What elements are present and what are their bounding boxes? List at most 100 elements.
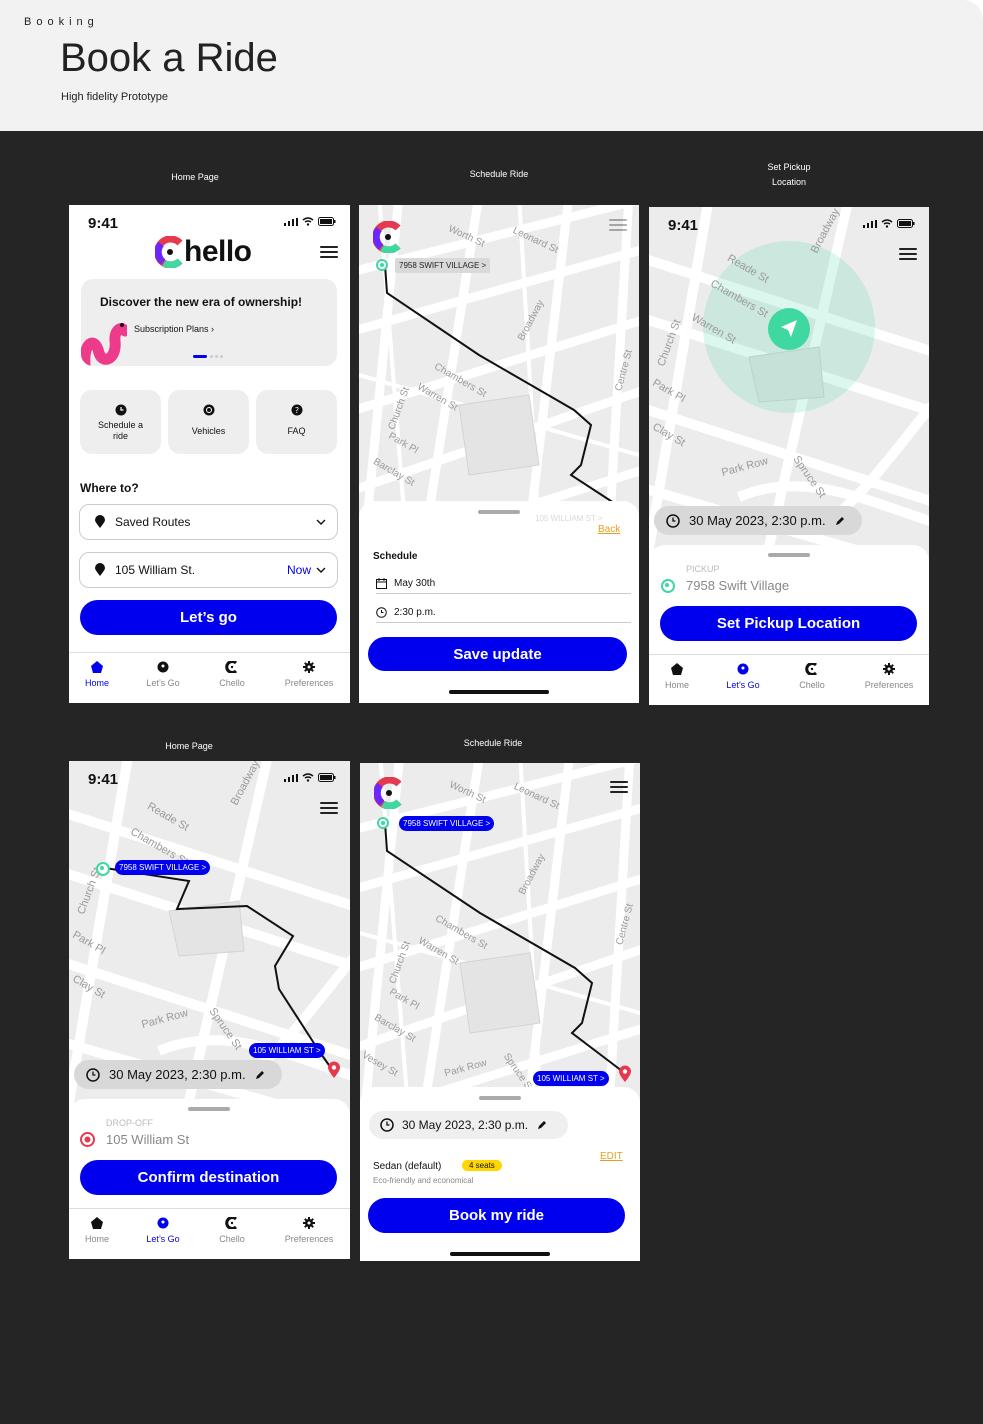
- subscription-banner[interactable]: Discover the new era of ownership! Subsc…: [81, 279, 337, 366]
- clock-icon: [115, 404, 126, 416]
- nav-preferences[interactable]: Preferences: [279, 1217, 339, 1244]
- nav-home[interactable]: Home: [649, 663, 707, 690]
- nav-home[interactable]: Home: [69, 661, 127, 688]
- ghost-chip: 105 WILLIAM ST >: [535, 514, 603, 523]
- page-title: Book a Ride: [60, 36, 278, 80]
- pickup-marker: [96, 862, 110, 876]
- wifi-icon: [881, 219, 893, 228]
- destination-chip[interactable]: 105 WILLIAM ST >: [249, 1043, 325, 1058]
- pickup-chip[interactable]: 7958 SWIFT VILLAGE >: [395, 258, 491, 273]
- nav-home[interactable]: Home: [69, 1217, 127, 1244]
- time-value: 2:30 p.m.: [394, 606, 436, 618]
- sheet-grabber[interactable]: [478, 510, 520, 514]
- nav-chello[interactable]: Chello: [782, 663, 842, 690]
- location-pin-icon: [95, 515, 105, 528]
- battery-icon: [318, 773, 336, 782]
- destination-chip[interactable]: 105 WILLIAM ST >: [533, 1071, 609, 1086]
- dropoff-label: DROP-OFF: [106, 1118, 153, 1128]
- sheet-grabber[interactable]: [768, 553, 810, 557]
- faq-card[interactable]: ? FAQ: [256, 390, 337, 454]
- pin-circle-icon: [157, 1217, 169, 1229]
- schedule-ride-card[interactable]: Schedule a ride: [80, 390, 161, 454]
- datetime-pill[interactable]: 30 May 2023, 2:30 p.m.: [74, 1060, 282, 1089]
- menu-icon[interactable]: [320, 802, 338, 814]
- gear-icon: [303, 1217, 315, 1229]
- signal-icon: [863, 220, 877, 228]
- lets-go-button[interactable]: Let’s go: [80, 600, 337, 635]
- back-link[interactable]: Back: [598, 524, 620, 535]
- edit-pencil-icon: [835, 516, 844, 525]
- pin-circle-icon: [157, 661, 169, 673]
- nav-preferences[interactable]: Preferences: [279, 661, 339, 688]
- sheet-grabber[interactable]: [479, 1096, 521, 1100]
- chello-logo-icon: [155, 236, 183, 268]
- edit-link[interactable]: EDIT: [600, 1151, 623, 1162]
- clock-icon: [666, 513, 680, 528]
- status-time: 9:41: [88, 215, 119, 232]
- saved-routes-select[interactable]: Saved Routes: [79, 504, 338, 540]
- nav-lets-go[interactable]: Let’s Go: [133, 1217, 193, 1244]
- question-icon: ?: [291, 404, 302, 416]
- seats-badge: 4 seats: [462, 1160, 502, 1171]
- signal-icon: [284, 774, 298, 782]
- time-field[interactable]: 2:30 p.m.: [376, 602, 631, 623]
- bottom-nav: Home Let’s Go Chello Preferences: [649, 654, 929, 705]
- nav-chello[interactable]: Chello: [202, 1217, 262, 1244]
- menu-icon[interactable]: [899, 248, 917, 260]
- current-location-button[interactable]: [767, 307, 811, 351]
- mascot-illustration: [81, 323, 127, 366]
- sheet-grabber[interactable]: [188, 1107, 230, 1111]
- page-header: Booking Book a Ride High fidelity Protot…: [0, 0, 983, 131]
- where-to-label: Where to?: [80, 481, 139, 495]
- nav-lets-go[interactable]: Let’s Go: [133, 661, 193, 688]
- menu-icon[interactable]: [320, 246, 338, 258]
- banner-link[interactable]: Subscription Plans ›: [134, 324, 214, 334]
- chello-logo-icon: [373, 221, 401, 253]
- frame-home: 9:41 hello Discover the new era of owner…: [69, 205, 350, 703]
- banner-title: Discover the new era of ownership!: [100, 295, 303, 309]
- edit-pencil-icon: [255, 1070, 264, 1079]
- dropoff-marker: [80, 1132, 95, 1147]
- status-time: 9:41: [668, 217, 699, 234]
- vehicles-card[interactable]: Vehicles: [168, 390, 249, 454]
- datetime-pill[interactable]: 30 May 2023, 2:30 p.m.: [369, 1111, 568, 1139]
- vehicle-icon: [203, 404, 214, 416]
- pickup-chip[interactable]: 7958 SWIFT VILLAGE >: [115, 860, 211, 875]
- dropoff-address: 105 William St: [106, 1132, 190, 1147]
- location-pin-icon: [95, 563, 105, 576]
- frame-confirm-destination: Reade St Chambers St Church St Park Pl C…: [69, 761, 350, 1259]
- nav-chello[interactable]: Chello: [202, 661, 262, 688]
- clock-icon: [86, 1067, 100, 1082]
- battery-icon: [318, 217, 336, 226]
- pickup-chip[interactable]: 7958 SWIFT VILLAGE >: [399, 816, 495, 831]
- battery-icon: [897, 219, 915, 228]
- frame-set-pickup: Reade St Chambers St Warren St Church St…: [649, 207, 929, 705]
- datetime-pill[interactable]: 30 May 2023, 2:30 p.m.: [654, 506, 862, 535]
- set-pickup-button[interactable]: Set Pickup Location: [660, 606, 917, 641]
- menu-icon[interactable]: [610, 781, 628, 793]
- dropoff-sheet: DROP-OFF 105 William St Confirm destinat…: [69, 1099, 350, 1259]
- clock-icon: [380, 1118, 394, 1132]
- confirm-destination-button[interactable]: Confirm destination: [80, 1160, 337, 1195]
- nav-preferences[interactable]: Preferences: [859, 663, 919, 690]
- save-update-button[interactable]: Save update: [368, 637, 627, 671]
- nav-lets-go[interactable]: Let’s Go: [713, 663, 773, 690]
- chello-icon: [225, 661, 238, 673]
- status-icons: [284, 773, 336, 782]
- frame-label-home: Home Page: [171, 172, 219, 182]
- carousel-dots[interactable]: [193, 355, 227, 358]
- frame-label-schedule-2: Schedule Ride: [463, 738, 523, 748]
- bottom-nav: Home Let’s Go Chello Preferences: [69, 652, 350, 703]
- menu-icon[interactable]: [609, 219, 627, 231]
- home-icon: [91, 661, 103, 673]
- schedule-heading: Schedule: [373, 551, 418, 562]
- chello-icon: [805, 663, 818, 675]
- when-value[interactable]: Now: [287, 563, 311, 577]
- pickup-marker: [661, 579, 675, 593]
- book-my-ride-button[interactable]: Book my ride: [368, 1198, 625, 1233]
- destination-field[interactable]: 105 William St. Now: [79, 552, 338, 588]
- status-time: 9:41: [88, 771, 119, 788]
- page-subtitle: High fidelity Prototype: [61, 91, 168, 103]
- clock-icon: [376, 606, 387, 618]
- date-field[interactable]: May 30th: [376, 573, 631, 594]
